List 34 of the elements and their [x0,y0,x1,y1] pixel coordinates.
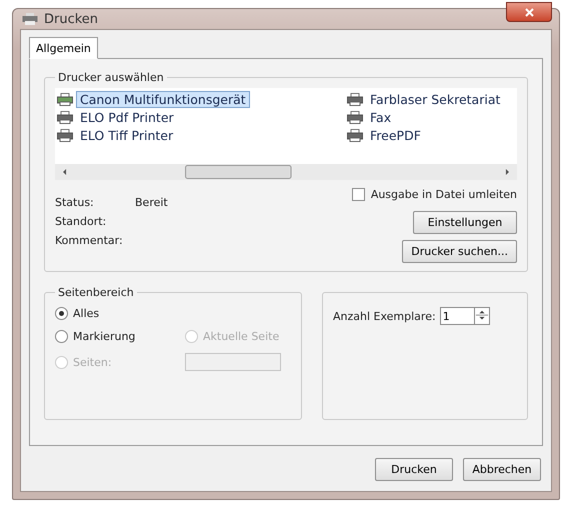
group-title: Drucker auswählen [57,71,165,84]
dialog-button[interactable]: Einstellungen [413,211,517,234]
group-title: Seitenbereich [57,286,135,299]
dialog-button[interactable]: Drucker suchen... [402,240,517,263]
window-title: Drucken [44,12,98,26]
printer-item[interactable]: Farblaser Sekretariat [347,90,515,108]
copies-field[interactable]: 1 [440,307,474,325]
printer-icon [347,92,363,106]
dialog-button[interactable]: Abbrechen [463,458,541,481]
dialog-button[interactable]: Drucken [375,458,453,481]
tab[interactable]: Allgemein [29,37,98,59]
print-to-file-checkbox[interactable]: Ausgabe in Datei umleiten [352,188,517,201]
close-button[interactable] [506,2,552,22]
status-label: Kommentar: [55,234,124,247]
status-label: Status: [55,196,95,209]
status-value: Bereit [135,196,168,209]
printer-icon [57,110,73,124]
printer-item[interactable]: ELO Tiff Printer [57,126,347,144]
range-radio[interactable]: Alles [55,307,185,320]
spin-arrows-icon[interactable] [474,307,490,325]
range-radio[interactable]: Markierung [55,330,185,343]
status-label: Standort: [55,215,108,228]
printer-icon [347,110,363,124]
printer-item[interactable]: FreePDF [347,126,515,144]
printer-item[interactable]: ELO Pdf Printer [57,108,347,126]
close-icon [524,8,534,16]
printer-item[interactable]: Fax [347,108,515,126]
printer-icon [57,128,73,142]
horizontal-scrollbar[interactable] [55,164,517,180]
copies-label: Anzahl Exemplare: [333,309,436,323]
printer-list[interactable]: Canon Multifunktionsgerät ELO Pdf Printer ELO Tiff Printer Farblaser Sekretariat Fax FreePDF [55,88,517,164]
printer-icon [22,13,38,25]
printer-icon [57,92,73,106]
printer-icon [347,128,363,142]
